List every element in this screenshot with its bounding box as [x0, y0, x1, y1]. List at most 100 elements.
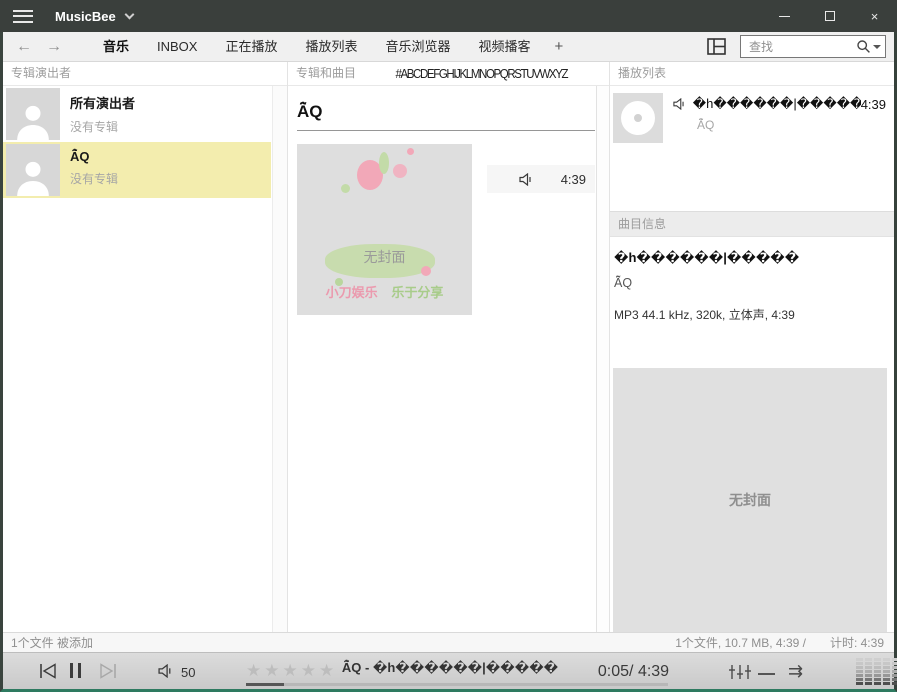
playing-track-title: �h������|�����: [693, 96, 861, 112]
artist-subtitle: 没有专辑: [70, 170, 118, 187]
search-input[interactable]: [747, 39, 856, 55]
albums-scrollbar[interactable]: [596, 86, 609, 632]
album-artists-panel: 专辑演出者 所有演出者 没有专辑: [3, 62, 288, 632]
watermark-text: 小刀娱乐 乐于分享: [297, 282, 472, 301]
tab-playlists[interactable]: 播放列表: [292, 32, 372, 61]
playing-panel: 播放列表 �h������|����� 4:39 Ã̂Q: [610, 62, 894, 632]
artist-heading: Ã̂Q: [297, 102, 595, 131]
albums-tracks-headerbar: 专辑和曲目 #ABCDEFGHIJKLMNOPQRSTUVWXYZ: [288, 62, 609, 86]
no-cover-label: 无封面: [297, 247, 472, 267]
maximize-icon: [825, 11, 835, 21]
album-track-list: 4:39: [487, 144, 595, 315]
previous-icon: [39, 663, 57, 679]
artist-name: 所有演出者: [70, 93, 135, 112]
chevron-down-icon: [124, 9, 134, 19]
now-playing-cover-placeholder: 无封面: [613, 368, 887, 632]
tab-now-playing[interactable]: 正在播放: [211, 32, 291, 61]
search-box: [740, 35, 886, 58]
alphabet-jump-bar[interactable]: #ABCDEFGHIJKLMNOPQRSTUVWXYZ: [396, 67, 568, 81]
navbar: ← → 音乐 INBOX 正在播放 播放列表 音乐浏览器 视频播客 +: [3, 32, 894, 62]
track-info-format: MP3 44.1 kHz, 320k, 立体声, 4:39: [614, 306, 886, 323]
shuffle-button[interactable]: ⇉: [788, 661, 803, 682]
main-content: 专辑演出者 所有演出者 没有专辑: [3, 62, 894, 632]
main-menu-icon[interactable]: [13, 10, 33, 23]
back-button[interactable]: ←: [9, 33, 39, 61]
track-info-title: �h������|�����: [614, 250, 886, 266]
playing-list: �h������|����� 4:39 Ã̂Q: [610, 86, 894, 211]
add-tab-button[interactable]: +: [545, 32, 574, 61]
artist-avatar: [6, 144, 60, 196]
track-info-artist: Ã̂Q: [614, 276, 886, 290]
equalizer-button[interactable]: [729, 665, 751, 679]
tab-bar: 音乐 INBOX 正在播放 播放列表 音乐浏览器 视频播客 +: [89, 32, 573, 61]
artist-name: Ã̂Q: [70, 149, 118, 164]
track-info-header: 曲目信息: [610, 211, 894, 237]
seek-bar[interactable]: [246, 683, 668, 686]
playing-track-artist: Ã̂Q: [697, 118, 886, 132]
album-artists-header: 专辑演出者: [3, 62, 287, 86]
player-bar: 50 ★★★★★ Ã̂Q - �h������|����� 0:05/ 4:39…: [3, 652, 894, 689]
search-options-caret-icon[interactable]: [873, 45, 881, 49]
status-message: 1个文件 被添加: [3, 634, 93, 651]
minimize-icon: [779, 16, 790, 17]
status-timer: 计时: 4:39: [830, 634, 884, 651]
person-icon: [13, 156, 53, 196]
artist-row-selected[interactable]: Ã̂Q 没有专辑: [3, 142, 271, 198]
playing-track-row[interactable]: �h������|����� 4:39 Ã̂Q: [610, 86, 894, 143]
speaker-icon: [519, 173, 533, 186]
visualizer[interactable]: [856, 658, 897, 685]
app-title-label: MusicBee: [55, 9, 116, 24]
volume-level[interactable]: 50: [181, 665, 195, 680]
playlist-header: 播放列表: [610, 62, 894, 86]
albums-tracks-header: 专辑和曲目: [288, 62, 356, 86]
musicbee-window: MusicBee × ← → 音乐 INBOX 正在播放 播放列表 音乐浏览器 …: [0, 0, 897, 692]
album-row: 无封面 小刀娱乐 乐于分享 4:39: [297, 144, 595, 315]
close-icon: ×: [871, 9, 879, 24]
artist-meta: 所有演出者 没有专辑: [60, 86, 135, 142]
next-button[interactable]: [99, 663, 117, 679]
pause-button[interactable]: [70, 663, 81, 678]
artists-scrollbar[interactable]: [272, 86, 287, 632]
watermark-text-pink: 小刀娱乐: [326, 285, 378, 300]
speaker-icon: [673, 98, 686, 110]
no-cover-label: 无封面: [729, 490, 771, 510]
track-row-playing[interactable]: 4:39: [487, 165, 595, 193]
person-icon: [13, 100, 53, 140]
panel-layout-icon: [707, 38, 726, 55]
forward-button[interactable]: →: [39, 33, 69, 61]
stop-after-current-button[interactable]: [758, 673, 775, 675]
titlebar: MusicBee ×: [0, 0, 897, 32]
maximize-button[interactable]: [807, 0, 852, 32]
panel-layout-button[interactable]: [707, 38, 726, 55]
watermark-text-green: 乐于分享: [391, 285, 443, 300]
tab-inbox[interactable]: INBOX: [143, 32, 211, 61]
previous-button[interactable]: [39, 663, 57, 679]
playing-track-duration: 4:39: [861, 97, 886, 112]
track-duration: 4:39: [561, 172, 586, 187]
volume-button[interactable]: [158, 664, 173, 678]
now-playing-text[interactable]: Ã̂Q - �h������|�����: [275, 660, 625, 676]
playing-track-meta: �h������|����� 4:39 Ã̂Q: [663, 93, 886, 143]
album-cover-placeholder[interactable]: 无封面 小刀娱乐 乐于分享: [297, 144, 472, 315]
tab-music[interactable]: 音乐: [89, 32, 143, 61]
equalizer-icon: [729, 665, 751, 679]
pause-icon: [70, 663, 73, 678]
tab-music-explorer[interactable]: 音乐浏览器: [372, 32, 465, 61]
close-button[interactable]: ×: [852, 0, 897, 32]
tab-video-podcast[interactable]: 视频播客: [465, 32, 545, 61]
artist-row-all[interactable]: 所有演出者 没有专辑: [3, 86, 271, 142]
artist-avatar: [6, 88, 60, 140]
cd-icon: [613, 93, 663, 143]
artist-meta: Ã̂Q 没有专辑: [60, 142, 118, 198]
app-title[interactable]: MusicBee: [55, 9, 133, 24]
track-info: �h������|����� Ã̂Q MP3 44.1 kHz, 320k, 立…: [610, 237, 894, 368]
volume-icon: [158, 664, 173, 678]
seek-progress-fill: [246, 683, 284, 686]
albums-tracks-panel: 专辑和曲目 #ABCDEFGHIJKLMNOPQRSTUVWXYZ Ã̂Q: [288, 62, 610, 632]
minimize-button[interactable]: [762, 0, 807, 32]
search-icon[interactable]: [856, 39, 871, 54]
artist-subtitle: 没有专辑: [70, 118, 135, 135]
status-file-summary: 1个文件, 10.7 MB, 4:39 /: [675, 634, 806, 651]
playback-time: 0:05/ 4:39: [586, 663, 681, 681]
next-icon: [99, 663, 117, 679]
